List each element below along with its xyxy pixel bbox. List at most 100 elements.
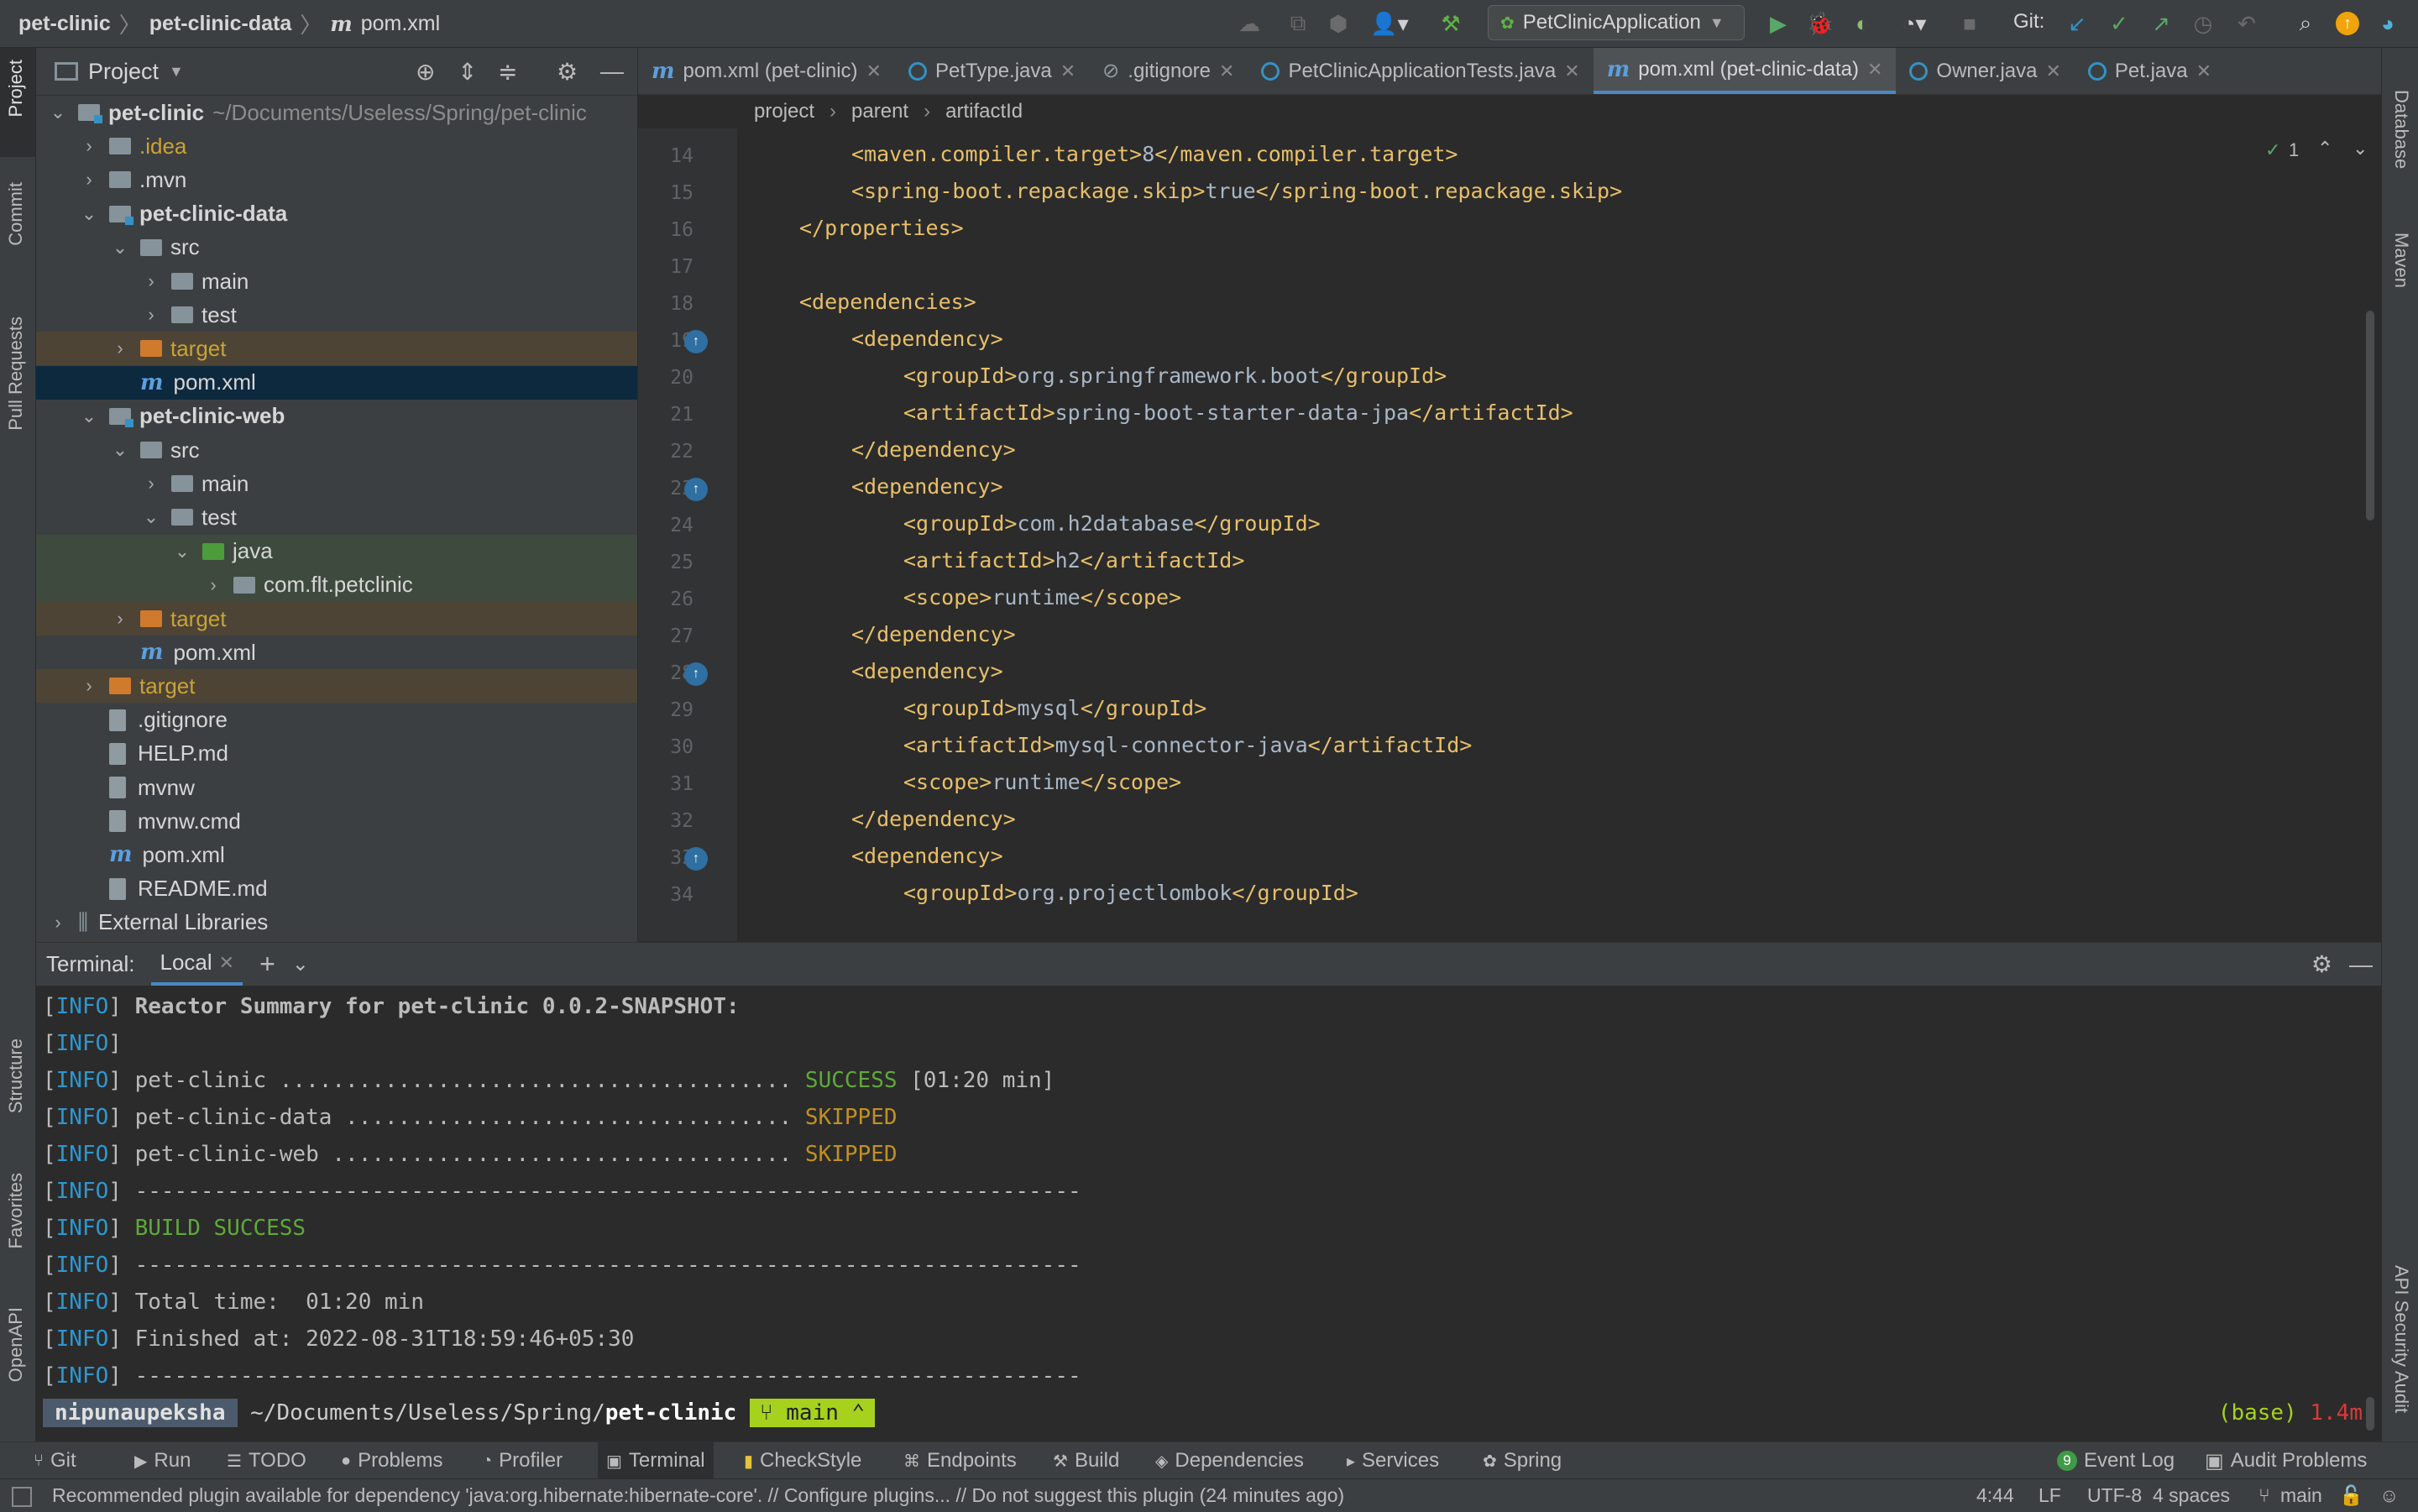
tree-item[interactable]: › target [36, 669, 637, 704]
tool-git[interactable]: ⑂ Git [34, 1442, 76, 1479]
add-icon[interactable]: + [259, 949, 275, 980]
tree-item[interactable]: › test [36, 298, 637, 332]
chevron-up-icon[interactable]: ⌃ [2317, 138, 2332, 160]
tree-item[interactable]: m pom.xml [36, 636, 637, 669]
tool-dependencies[interactable]: ◈ Dependencies [1155, 1442, 1304, 1479]
coverage-icon[interactable]: ◐ [1849, 10, 1876, 37]
tree-item[interactable]: › .mvn [36, 163, 637, 196]
tool-todo[interactable]: ☰ TODO [227, 1442, 306, 1479]
tool-project[interactable]: Project [5, 60, 27, 117]
tree-item[interactable]: m pom.xml [36, 365, 637, 400]
event-log-button[interactable]: 9 Event Log [2057, 1442, 2175, 1479]
editor-scrollbar[interactable] [2366, 311, 2374, 521]
tree-item[interactable]: › com.flt.petclinic [36, 568, 637, 602]
git-push-icon[interactable]: ↗ [2148, 10, 2175, 37]
chevron-down-icon[interactable]: ⌄ [292, 952, 309, 976]
run-icon[interactable]: ▶ [1765, 10, 1792, 37]
tool-terminal[interactable]: ▣ Terminal [598, 1442, 714, 1479]
git-branch[interactable]: main [2280, 1484, 2322, 1507]
chevron-right-icon[interactable]: › [143, 270, 160, 292]
search-icon[interactable]: ⌕ [2292, 10, 2319, 37]
tree-item[interactable]: ⌄ java [36, 534, 637, 568]
history-icon[interactable]: ◷ [2190, 10, 2216, 37]
inspection-check-icon[interactable]: ✓ [2265, 139, 2280, 161]
audit-problems-button[interactable]: ▣ Audit Problems [2205, 1442, 2367, 1479]
profile-icon[interactable]: ◔▾ [1891, 10, 1938, 37]
tree-item[interactable]: m pom.xml [36, 838, 637, 871]
close-icon[interactable]: ✕ [866, 60, 882, 82]
close-icon[interactable]: ✕ [219, 952, 234, 974]
tool-favorites[interactable]: Favorites [5, 1173, 27, 1248]
tree-item[interactable]: ⌄ pet-clinic-data [36, 197, 637, 231]
chevron-right-icon[interactable]: › [143, 304, 160, 326]
maven-dependency-icon[interactable]: ↑ [684, 662, 708, 686]
gear-icon[interactable]: ⚙ [2311, 950, 2332, 978]
terminal-scrollbar[interactable] [2366, 1397, 2374, 1431]
chevron-right-icon[interactable]: › [81, 135, 97, 157]
maven-dependency-icon[interactable]: ↑ [684, 330, 708, 353]
close-icon[interactable]: ✕ [1564, 60, 1579, 82]
chevron-down-icon[interactable]: ⌄ [143, 506, 160, 528]
cursor-position[interactable]: 4:44 [1976, 1484, 2014, 1507]
chevron-down-icon[interactable]: ▼ [169, 63, 184, 81]
build-variants-icon[interactable]: ⧉ [1285, 10, 1311, 37]
tree-item[interactable]: .gitignore [36, 704, 637, 737]
user-add-icon[interactable]: 👤▾ [1369, 10, 1410, 37]
chevron-right-icon[interactable]: › [112, 608, 128, 630]
line-separator[interactable]: LF [2039, 1484, 2061, 1507]
editor-tab[interactable]: m pom.xml (pet-clinic) ✕ [638, 48, 895, 94]
tool-structure[interactable]: Structure [5, 1039, 27, 1113]
editor-tab[interactable]: Pet.java ✕ [2075, 48, 2225, 94]
collapse-all-icon[interactable]: ≑ [498, 58, 517, 86]
chevron-right-icon[interactable]: › [81, 675, 97, 697]
breadcrumb-project[interactable]: project [754, 100, 814, 123]
terminal-output[interactable]: [INFO] Reactor Summary for pet-clinic 0.… [36, 986, 2381, 1441]
tree-item[interactable]: › .idea [36, 129, 637, 163]
crumb-module[interactable]: pet-clinic-data [149, 12, 291, 36]
chevron-down-icon[interactable]: ⌄ [112, 237, 128, 259]
tree-item[interactable]: › main [36, 467, 637, 500]
tool-build[interactable]: ⚒ Build [1053, 1442, 1119, 1479]
chevron-right-icon[interactable]: › [112, 337, 128, 359]
status-message[interactable]: Recommended plugin available for depende… [52, 1484, 1344, 1507]
minimize-icon[interactable]: — [600, 58, 624, 85]
editor-tab[interactable]: PetType.java ✕ [895, 48, 1089, 94]
minimize-icon[interactable]: — [2349, 951, 2373, 978]
tree-item[interactable]: › target [36, 332, 637, 366]
tree-item[interactable]: ⌄ pet-clinic ~/Documents/Useless/Spring/pe… [36, 96, 637, 129]
rollback-icon[interactable]: ↶ [2233, 10, 2260, 37]
chevron-down-icon[interactable]: ⌄ [112, 439, 128, 461]
close-icon[interactable]: ✕ [2196, 60, 2211, 82]
tree-item[interactable]: ⌄ src [36, 231, 637, 264]
close-icon[interactable]: ✕ [1060, 60, 1076, 82]
tool-pull-requests[interactable]: Pull Requests [5, 317, 27, 431]
run-config-selector[interactable]: ✿ PetClinicApplication ▼ [1488, 5, 1745, 40]
indent-setting[interactable]: 4 spaces [2153, 1484, 2230, 1507]
tool-openapi[interactable]: OpenAPI [5, 1307, 27, 1382]
close-icon[interactable]: ✕ [1219, 60, 1234, 82]
hammer-icon[interactable]: ⚒ [1437, 10, 1464, 37]
maven-dependency-icon[interactable]: ↑ [684, 847, 708, 871]
chevron-down-icon[interactable]: ⌄ [2353, 138, 2368, 160]
editor-tab[interactable]: ⊘ .gitignore ✕ [1089, 48, 1248, 94]
tree-item[interactable]: ⌄ src [36, 433, 637, 467]
project-panel-title[interactable]: Project [88, 59, 159, 85]
crumb-project[interactable]: pet-clinic [18, 12, 111, 36]
chevron-down-icon[interactable]: ⌄ [81, 203, 97, 225]
jetbrains-icon[interactable]: ◕ [2374, 10, 2401, 37]
hexagon-icon[interactable]: ⬢ [1325, 10, 1352, 37]
cloud-icon[interactable]: ☁ [1236, 10, 1263, 37]
tool-spring[interactable]: ✿ Spring [1483, 1442, 1562, 1479]
tree-item[interactable]: ⌄ pet-clinic-web [36, 400, 637, 433]
terminal-tab-local[interactable]: Local ✕ [151, 944, 243, 986]
breadcrumb-artifactid[interactable]: artifactId [945, 100, 1023, 123]
maven-dependency-icon[interactable]: ↑ [684, 478, 708, 501]
tree-item[interactable]: › target [36, 602, 637, 636]
chevron-right-icon[interactable]: › [205, 574, 222, 596]
editor-tab[interactable]: PetClinicApplicationTests.java ✕ [1248, 48, 1593, 94]
chevron-right-icon[interactable]: › [143, 473, 160, 494]
tool-checkstyle[interactable]: ▮ CheckStyle [744, 1442, 861, 1479]
editor-tab[interactable]: m pom.xml (pet-clinic-data) ✕ [1593, 48, 1897, 94]
file-encoding[interactable]: UTF-8 [2087, 1484, 2142, 1507]
tool-profiler[interactable]: ◔ Profiler [482, 1442, 563, 1479]
